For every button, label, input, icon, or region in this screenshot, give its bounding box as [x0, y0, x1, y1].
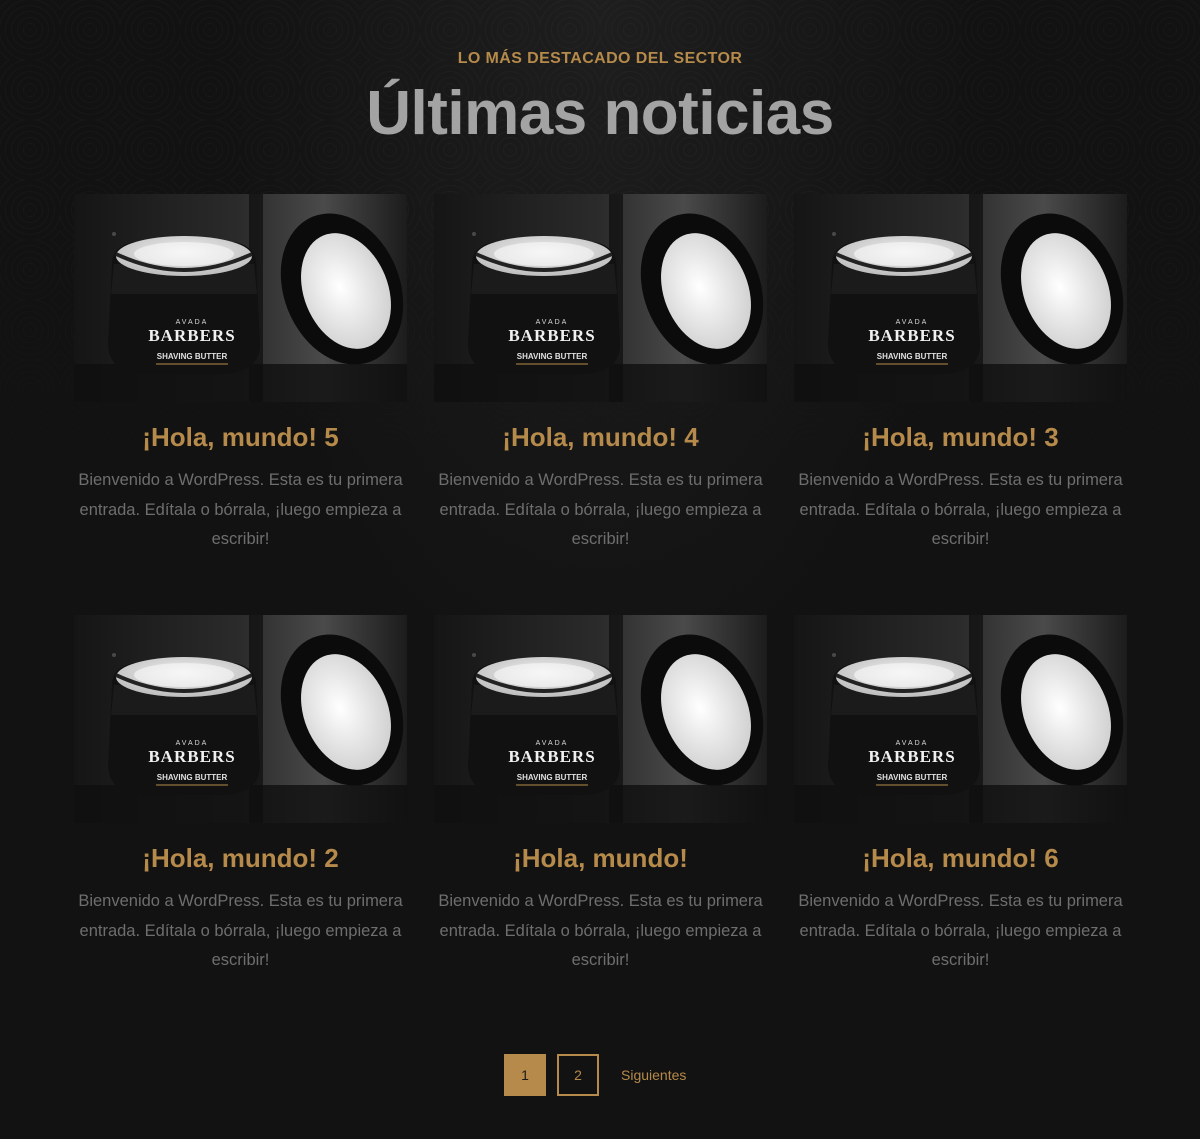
post-card: AVADA BARBERS SHAVING BUTTER ¡Hola, mund… [794, 615, 1127, 1036]
post-card: AVADA BARBERS SHAVING BUTTER ¡Hola, mund… [794, 194, 1127, 615]
svg-text:AVADA: AVADA [536, 319, 569, 326]
svg-text:AVADA: AVADA [176, 740, 209, 747]
svg-text:BARBERS: BARBERS [148, 326, 235, 345]
svg-text:AVADA: AVADA [536, 740, 569, 747]
pagination: 1 2 Siguientes [504, 1054, 686, 1096]
product-photo: AVADA BARBERS SHAVING BUTTER [794, 194, 1127, 402]
post-excerpt: Bienvenido a WordPress. Esta es tu prime… [438, 892, 763, 969]
post-card: AVADA BARBERS SHAVING BUTTER ¡Hola, mund… [74, 194, 407, 615]
svg-text:SHAVING BUTTER: SHAVING BUTTER [157, 773, 228, 782]
post-title-link[interactable]: ¡Hola, mundo! 6 [794, 843, 1127, 873]
svg-text:AVADA: AVADA [176, 319, 209, 326]
pagination-page-link[interactable]: 2 [557, 1054, 599, 1096]
post-excerpt: Bienvenido a WordPress. Esta es tu prime… [798, 892, 1123, 969]
svg-text:AVADA: AVADA [896, 319, 929, 326]
latest-news-page: LO MÁS DESTACADO DEL SECTOR Últimas noti… [0, 0, 1200, 1139]
post-thumbnail-link[interactable]: AVADA BARBERS SHAVING BUTTER [794, 194, 1127, 402]
pagination-next-link[interactable]: Siguientes [621, 1067, 686, 1083]
product-photo: AVADA BARBERS SHAVING BUTTER [74, 615, 407, 823]
post-title-link[interactable]: ¡Hola, mundo! [434, 843, 767, 873]
post-title-link[interactable]: ¡Hola, mundo! 5 [74, 422, 407, 452]
product-photo: AVADA BARBERS SHAVING BUTTER [434, 194, 767, 402]
post-excerpt: Bienvenido a WordPress. Esta es tu prime… [798, 471, 1123, 548]
svg-text:SHAVING BUTTER: SHAVING BUTTER [877, 352, 948, 361]
post-title-link[interactable]: ¡Hola, mundo! 3 [794, 422, 1127, 452]
svg-text:SHAVING BUTTER: SHAVING BUTTER [157, 352, 228, 361]
svg-text:SHAVING BUTTER: SHAVING BUTTER [517, 352, 588, 361]
post-card: AVADA BARBERS SHAVING BUTTER ¡Hola, mund… [434, 615, 767, 1036]
product-photo: AVADA BARBERS SHAVING BUTTER [74, 194, 407, 402]
post-thumbnail-link[interactable]: AVADA BARBERS SHAVING BUTTER [74, 615, 407, 823]
post-thumbnail-link[interactable]: AVADA BARBERS SHAVING BUTTER [794, 615, 1127, 823]
posts-grid: AVADA BARBERS SHAVING BUTTER ¡Hola, mund… [74, 194, 1127, 1036]
svg-text:SHAVING BUTTER: SHAVING BUTTER [877, 773, 948, 782]
post-thumbnail-link[interactable]: AVADA BARBERS SHAVING BUTTER [434, 615, 767, 823]
post-excerpt: Bienvenido a WordPress. Esta es tu prime… [438, 471, 763, 548]
product-photo: AVADA BARBERS SHAVING BUTTER [794, 615, 1127, 823]
svg-text:BARBERS: BARBERS [148, 747, 235, 766]
post-title-link[interactable]: ¡Hola, mundo! 2 [74, 843, 407, 873]
post-title-link[interactable]: ¡Hola, mundo! 4 [434, 422, 767, 452]
post-card: AVADA BARBERS SHAVING BUTTER ¡Hola, mund… [434, 194, 767, 615]
svg-text:SHAVING BUTTER: SHAVING BUTTER [517, 773, 588, 782]
pagination-page-current: 1 [504, 1054, 546, 1096]
post-card: AVADA BARBERS SHAVING BUTTER ¡Hola, mund… [74, 615, 407, 1036]
product-photo: AVADA BARBERS SHAVING BUTTER [434, 615, 767, 823]
svg-text:BARBERS: BARBERS [868, 747, 955, 766]
section-heading: Últimas noticias [366, 79, 834, 148]
svg-text:BARBERS: BARBERS [508, 326, 595, 345]
post-excerpt: Bienvenido a WordPress. Esta es tu prime… [78, 471, 403, 548]
svg-text:BARBERS: BARBERS [508, 747, 595, 766]
post-excerpt: Bienvenido a WordPress. Esta es tu prime… [78, 892, 403, 969]
post-thumbnail-link[interactable]: AVADA BARBERS SHAVING BUTTER [74, 194, 407, 402]
post-thumbnail-link[interactable]: AVADA BARBERS SHAVING BUTTER [434, 194, 767, 402]
section-eyebrow: LO MÁS DESTACADO DEL SECTOR [457, 50, 743, 67]
svg-text:BARBERS: BARBERS [868, 326, 955, 345]
svg-text:AVADA: AVADA [896, 740, 929, 747]
